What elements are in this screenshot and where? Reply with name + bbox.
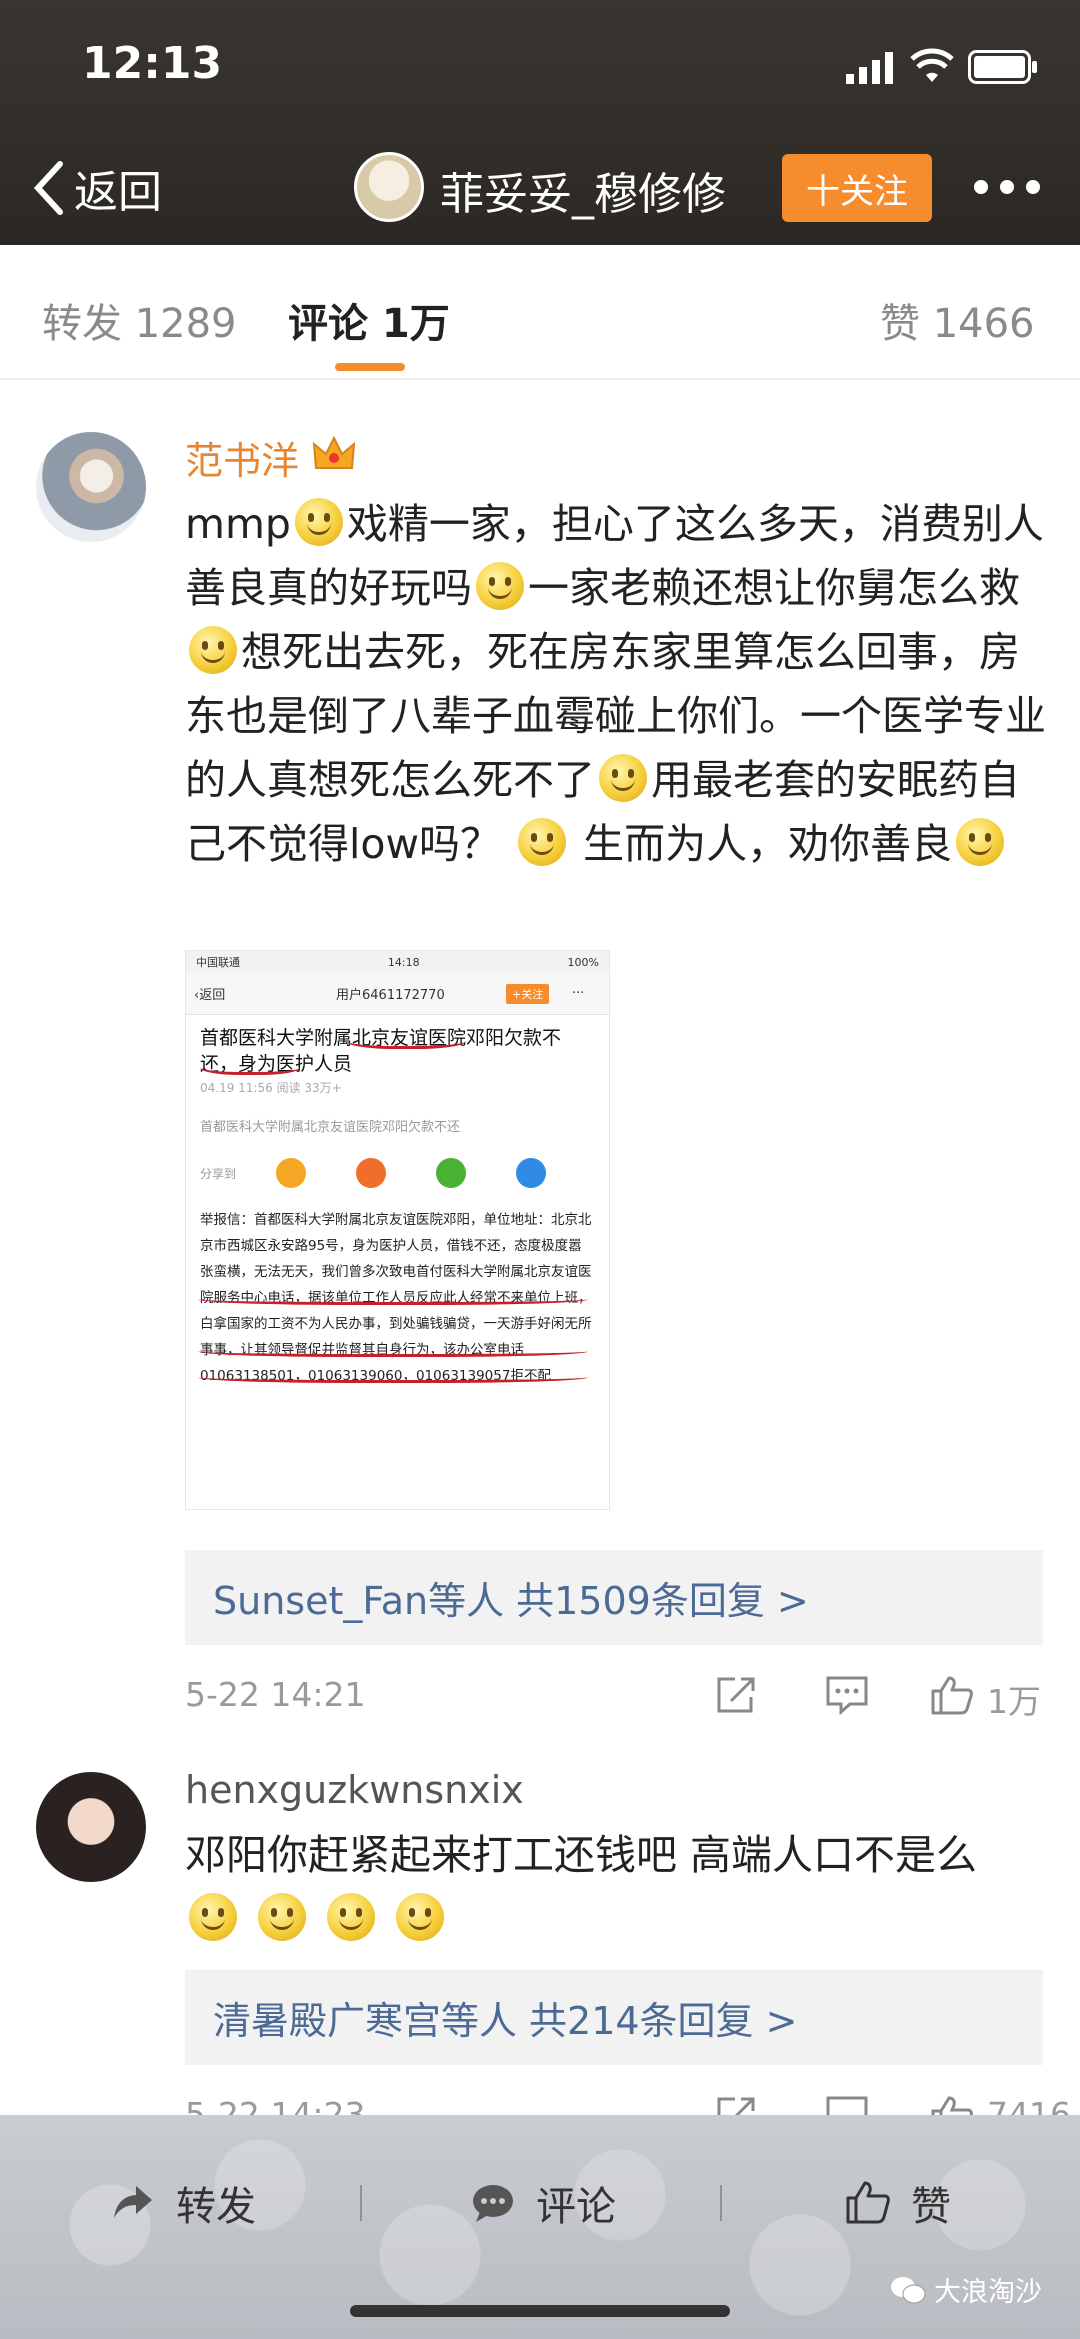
comment-image[interactable]: 中国联通 14:18 100% ‹返回 用户6461172770 +关注 ···… [185,950,610,1510]
top-bar: 12:13 返回 菲妥妥_穆修修 十关注 [0,0,1080,245]
tab-bar: 转发 1289 评论 1万 赞 1466 [0,245,1080,380]
reply-names: Sunset_Fan等人 [213,1579,505,1623]
signal-icon [846,52,893,84]
smile-emoji-icon [476,562,524,610]
status-bar: 12:13 [0,0,1080,130]
embedded-carrier: 中国联通 [196,956,240,969]
smile-emoji-icon [518,818,567,866]
status-time: 12:13 [82,38,223,89]
comment-bubble-icon [473,2185,513,2222]
like-button[interactable]: 赞 [845,2173,951,2233]
chevron-left-icon [33,161,63,215]
nav-bar: 返回 菲妥妥_穆修修 十关注 [0,130,1080,245]
author-avatar[interactable] [354,152,424,222]
moments-icon [516,1158,547,1188]
tab-comments[interactable]: 评论 1万 [288,291,450,349]
comment-icon[interactable] [825,1675,869,1715]
embedded-summary: 首都医科大学附属北京友谊医院邓阳欠款不还 [200,1120,461,1135]
red-underline-mark [346,1029,466,1049]
smile-emoji-icon [396,1893,445,1941]
tab-repost[interactable]: 转发 1289 [42,291,237,349]
smile-emoji-icon [599,754,647,802]
repost-button[interactable]: 转发 [110,2173,256,2233]
like-count: 1万 [987,1682,1041,1721]
avatar[interactable] [36,1772,146,1882]
divider [720,2185,722,2221]
embedded-share-label: 分享到 [200,1166,237,1181]
like-label: 赞 [911,2184,951,2230]
comment-username[interactable]: henxguzkwnsnxix [185,1768,524,1812]
comment-time: 5-22 14:21 [185,1675,366,1714]
embedded-more: ··· [572,986,585,1001]
smile-emoji-icon [327,1893,376,1941]
wechat-logo-icon [891,2276,926,2303]
more-options-icon[interactable] [974,180,1040,196]
comment-meta-row: 5-22 14:21 1万 [185,1665,1043,1725]
reply-summary[interactable]: Sunset_Fan等人 共1509条回复 > [185,1550,1043,1645]
embedded-back: ‹返回 [194,988,226,1003]
embedded-share-row: 分享到 [186,1153,609,1193]
home-indicator[interactable] [350,2305,730,2317]
comment-label: 评论 [536,2184,616,2230]
smile-emoji-icon [189,1893,237,1941]
comment-text: 邓阳你赶紧起来打工还钱吧 高端人口不是么 [185,1823,1055,1951]
embedded-user: 用户6461172770 [336,988,445,1003]
embedded-status-bar: 中国联通 14:18 100% [186,951,609,973]
comment-button[interactable]: 评论 [470,2173,616,2233]
red-underline-mark [200,1057,300,1075]
thumbs-up-icon [846,2181,890,2224]
repost-arrow-icon [114,2186,152,2218]
embedded-nav: ‹返回 用户6461172770 +关注 ··· [186,973,609,1015]
reply-count: 共1509条回复 > [516,1579,809,1623]
back-label: 返回 [74,167,162,218]
watermark-text: 大浪淘沙 [934,2277,1042,2308]
vip-crown-icon [312,435,356,469]
comment-username[interactable]: 范书洋 [185,430,299,485]
mail-icon [356,1158,387,1188]
back-button[interactable]: 返回 [32,158,162,218]
reply-summary[interactable]: 清暑殿广寒宫等人 共214条回复 > [185,1970,1043,2065]
red-underline-mark [198,1291,588,1305]
reply-names: 清暑殿广寒宫等人 [213,1999,518,2043]
embedded-meta: 04.19 11:56 阅读 33万+ [200,1081,342,1095]
battery-icon [968,50,1037,84]
follow-button[interactable]: 十关注 [782,154,932,222]
share-icon[interactable] [715,1675,759,1715]
like-icon[interactable] [930,1675,974,1715]
active-tab-indicator [335,363,405,371]
avatar[interactable] [36,432,146,542]
watermark: 大浪淘沙 [890,2270,1042,2309]
weibo-icon [276,1158,307,1188]
tab-likes[interactable]: 赞 1466 [880,291,1035,349]
smile-emoji-icon [956,818,1005,866]
comment-text: mmp 戏精一家，担心了这么多天，消费别人善良真的好玩吗 一家老赖还想让你舅怎么救想… [185,498,1046,868]
smile-emoji-icon [189,626,237,674]
wifi-icon [910,48,954,82]
embedded-time: 14:18 [387,955,420,969]
red-underline-mark [198,1343,588,1357]
repost-label: 转发 [176,2184,256,2230]
embedded-follow: +关注 [506,983,550,1004]
smile-emoji-icon [294,498,343,546]
wechat-icon [436,1158,467,1188]
embedded-battery: 100% [567,955,599,969]
reply-count: 共214条回复 > [529,1999,798,2043]
red-underline-mark [198,1369,588,1383]
author-name[interactable]: 菲妥妥_穆修修 [440,158,726,222]
divider [360,2185,362,2221]
smile-emoji-icon [258,1893,307,1941]
